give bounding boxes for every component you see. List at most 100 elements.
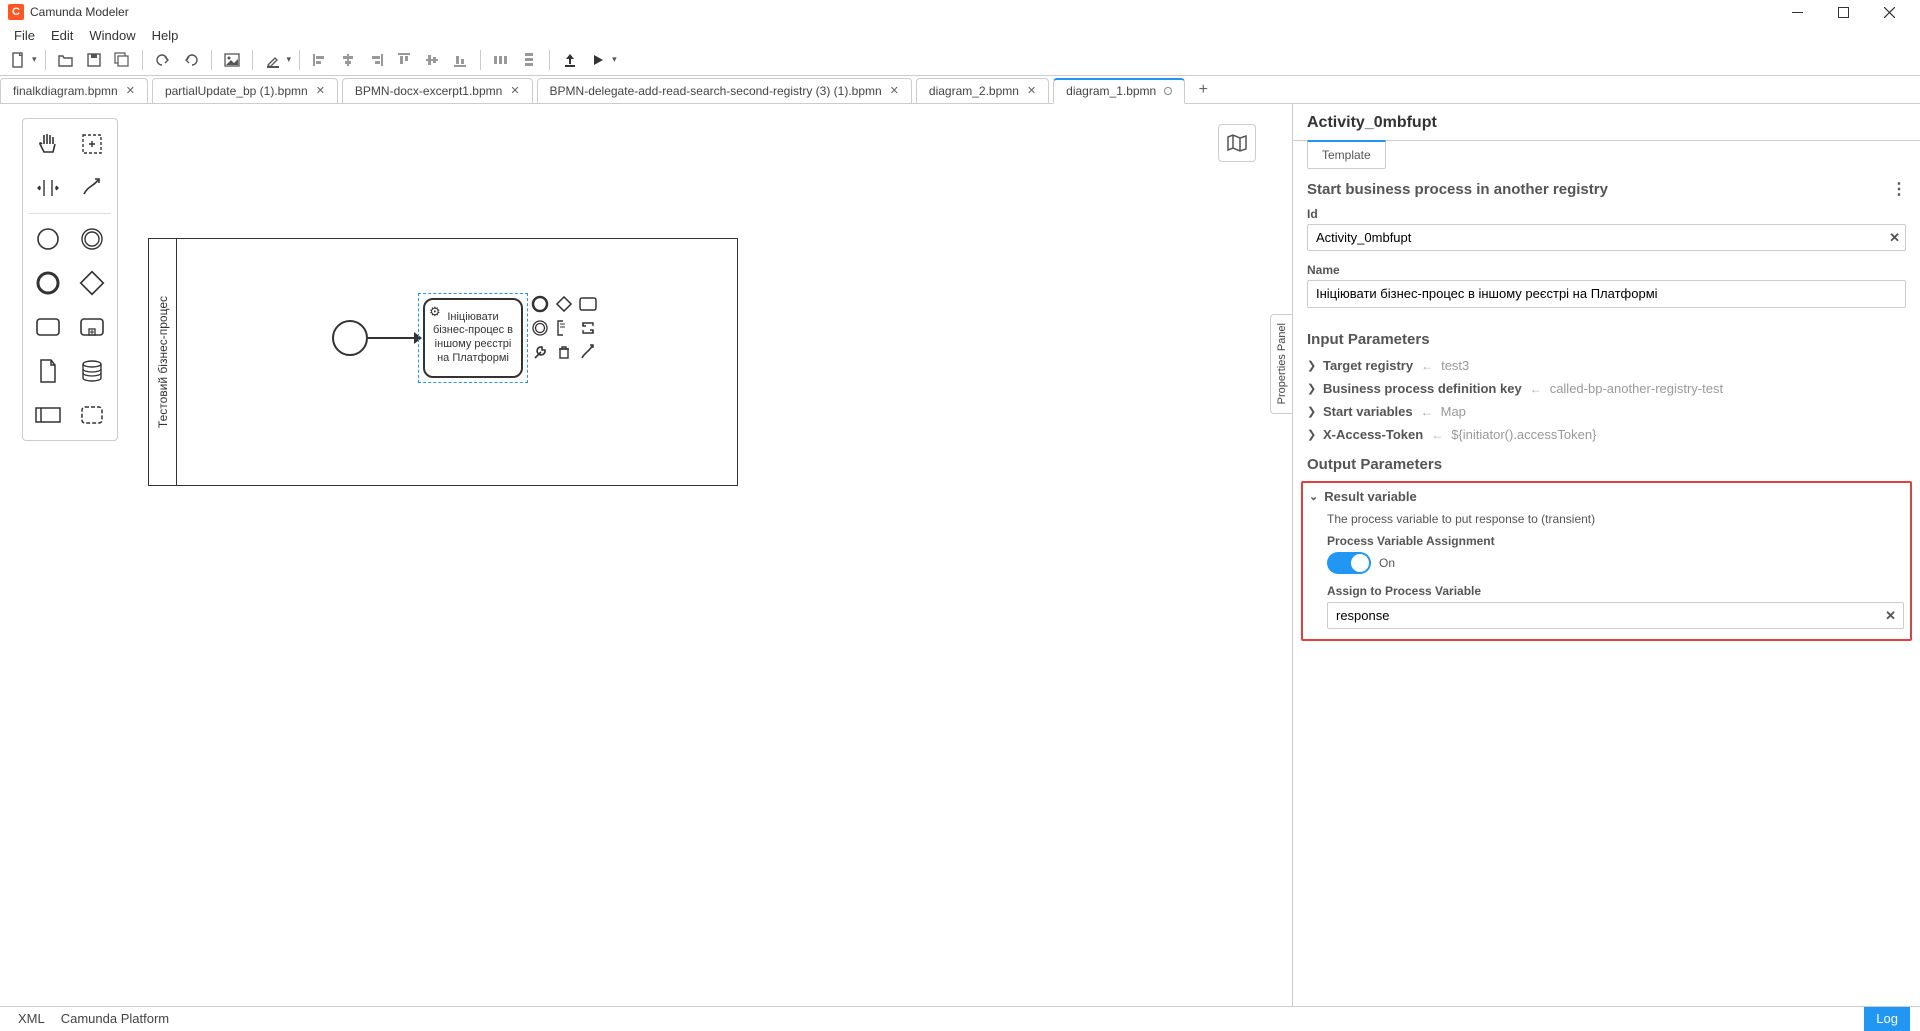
bpmn-task-selected[interactable]: ⚙ Ініціювати бізнес-процес в іншому реєс… xyxy=(423,298,523,378)
start-event-icon[interactable] xyxy=(29,220,67,258)
menu-edit[interactable]: Edit xyxy=(43,26,81,45)
append-intermediate-event-icon[interactable] xyxy=(530,318,550,338)
run-icon[interactable] xyxy=(586,48,610,72)
clear-icon[interactable]: ✕ xyxy=(1889,230,1900,246)
input-param-row[interactable]: ❯Target registry←test3 xyxy=(1293,354,1920,377)
image-icon[interactable] xyxy=(220,48,244,72)
assign-input[interactable] xyxy=(1327,602,1904,629)
delete-icon[interactable] xyxy=(554,342,574,362)
tab-item-active[interactable]: diagram_1.bpmn xyxy=(1053,78,1185,104)
connect-icon[interactable] xyxy=(578,342,598,362)
status-platform[interactable]: Camunda Platform xyxy=(53,1009,177,1028)
append-task-icon[interactable] xyxy=(578,294,598,314)
dropdown-caret-icon[interactable]: ▾ xyxy=(612,54,617,65)
redo-icon[interactable] xyxy=(179,48,203,72)
minimap-toggle[interactable] xyxy=(1218,124,1256,162)
annotation-icon[interactable] xyxy=(554,318,574,338)
distribute-h-icon[interactable] xyxy=(489,48,513,72)
append-end-event-icon[interactable] xyxy=(530,294,550,314)
save-icon[interactable] xyxy=(82,48,106,72)
log-button[interactable]: Log xyxy=(1864,1007,1910,1031)
intermediate-event-icon[interactable] xyxy=(73,220,111,258)
maximize-button[interactable] xyxy=(1820,0,1866,24)
save-all-icon[interactable] xyxy=(110,48,134,72)
align-left-icon[interactable] xyxy=(308,48,332,72)
chevron-right-icon: ❯ xyxy=(1307,428,1317,441)
id-input[interactable] xyxy=(1307,224,1906,251)
append-gateway-icon[interactable] xyxy=(554,294,574,314)
close-icon[interactable]: ✕ xyxy=(890,84,899,97)
align-middle-icon[interactable] xyxy=(420,48,444,72)
dropdown-caret-icon[interactable]: ▾ xyxy=(287,54,292,65)
tab-add-button[interactable]: + xyxy=(1189,81,1217,99)
canvas[interactable]: Тестовий бізнес-процес ⚙ Ініціювати бізн… xyxy=(0,104,1292,1006)
gear-icon: ⚙ xyxy=(429,304,441,320)
align-right-icon[interactable] xyxy=(364,48,388,72)
input-param-row[interactable]: ❯X-Access-Token←${initiator().accessToke… xyxy=(1293,423,1920,446)
result-variable-header[interactable]: ⌄Result variable xyxy=(1309,487,1904,506)
pool-label[interactable]: Тестовий бізнес-процес xyxy=(149,239,177,485)
tab-item[interactable]: diagram_2.bpmn✕ xyxy=(916,78,1049,104)
clear-icon[interactable]: ✕ xyxy=(1885,608,1896,624)
undo-icon[interactable] xyxy=(151,48,175,72)
kebab-menu-icon[interactable]: ⋮ xyxy=(1891,179,1906,199)
global-connect-tool-icon[interactable] xyxy=(73,169,111,207)
menu-help[interactable]: Help xyxy=(144,26,187,45)
tab-label: BPMN-delegate-add-read-search-second-reg… xyxy=(550,84,882,98)
align-top-icon[interactable] xyxy=(392,48,416,72)
close-button[interactable] xyxy=(1866,0,1912,24)
deploy-icon[interactable] xyxy=(558,48,582,72)
template-tab[interactable]: Template xyxy=(1307,140,1386,169)
menu-window[interactable]: Window xyxy=(81,26,143,45)
window-controls xyxy=(1774,0,1912,24)
tab-item[interactable]: partialUpdate_bp (1).bpmn✕ xyxy=(152,78,338,104)
bpmn-start-event[interactable] xyxy=(332,320,368,356)
menu-bar: File Edit Window Help xyxy=(0,24,1920,44)
tab-item[interactable]: BPMN-delegate-add-read-search-second-reg… xyxy=(537,78,912,104)
align-bottom-icon[interactable] xyxy=(448,48,472,72)
chevron-right-icon: ❯ xyxy=(1307,405,1317,418)
align-center-icon[interactable] xyxy=(336,48,360,72)
pool-icon[interactable] xyxy=(29,396,67,434)
chevron-down-icon: ⌄ xyxy=(1309,490,1318,503)
name-label: Name xyxy=(1307,263,1906,277)
change-type-icon[interactable] xyxy=(578,318,598,338)
close-icon[interactable]: ✕ xyxy=(126,84,135,97)
dropdown-caret-icon[interactable]: ▾ xyxy=(32,54,37,65)
task-icon[interactable] xyxy=(29,308,67,346)
close-icon[interactable]: ✕ xyxy=(510,84,519,97)
sequence-flow[interactable] xyxy=(368,337,418,339)
gateway-icon[interactable] xyxy=(73,264,111,302)
data-store-icon[interactable] xyxy=(73,352,111,390)
group-icon[interactable] xyxy=(73,396,111,434)
panel-collapse-handle[interactable]: Properties Panel xyxy=(1270,314,1292,414)
pva-toggle[interactable] xyxy=(1327,552,1371,574)
template-section-title: Start business process in another regist… xyxy=(1293,169,1920,205)
distribute-v-icon[interactable] xyxy=(517,48,541,72)
task-label: Ініціювати бізнес-процес в іншому реєстр… xyxy=(429,311,517,366)
data-object-icon[interactable] xyxy=(29,352,67,390)
result-description: The process variable to put response to … xyxy=(1309,506,1904,534)
space-tool-icon[interactable] xyxy=(29,169,67,207)
new-file-icon[interactable] xyxy=(6,48,30,72)
end-event-icon[interactable] xyxy=(29,264,67,302)
hand-tool-icon[interactable] xyxy=(29,125,67,163)
color-icon[interactable] xyxy=(261,48,285,72)
menu-file[interactable]: File xyxy=(6,26,43,45)
close-icon[interactable]: ✕ xyxy=(1027,84,1036,97)
input-param-row[interactable]: ❯Business process definition key←called-… xyxy=(1293,377,1920,400)
name-input[interactable]: Ініціювати бізнес-процес в іншому реєстр… xyxy=(1307,280,1906,308)
input-param-row[interactable]: ❯Start variables←Map xyxy=(1293,400,1920,423)
minimize-button[interactable] xyxy=(1774,0,1820,24)
subprocess-icon[interactable] xyxy=(73,308,111,346)
tab-item[interactable]: BPMN-docx-excerpt1.bpmn✕ xyxy=(342,78,533,104)
lasso-tool-icon[interactable] xyxy=(73,125,111,163)
app-title: Camunda Modeler xyxy=(30,5,129,19)
wrench-icon[interactable] xyxy=(530,342,550,362)
open-icon[interactable] xyxy=(54,48,78,72)
status-xml[interactable]: XML xyxy=(10,1009,53,1028)
tab-item[interactable]: finalkdiagram.bpmn✕ xyxy=(0,78,148,104)
arrow-left-icon: ← xyxy=(1421,359,1433,373)
close-icon[interactable]: ✕ xyxy=(316,84,325,97)
unsaved-indicator-icon xyxy=(1164,87,1172,95)
